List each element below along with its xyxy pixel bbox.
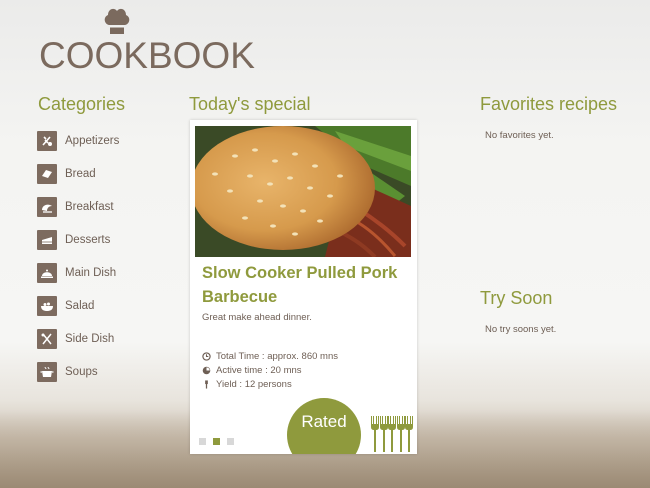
- carousel-dot-2[interactable]: [213, 438, 220, 445]
- recipe-photo[interactable]: [195, 126, 411, 257]
- category-label: Side Dish: [65, 332, 115, 345]
- categories-title: Categories: [38, 94, 126, 114]
- soup-pot-icon: [37, 361, 57, 382]
- category-main-dish[interactable]: Main Dish: [37, 256, 119, 289]
- carousel-dot-3[interactable]: [227, 438, 234, 445]
- total-time: Total Time : approx. 860 mns: [216, 350, 338, 362]
- todays-special-card[interactable]: Slow Cooker Pulled Pork Barbecue Great m…: [190, 120, 417, 454]
- favorites-empty-text: No favorites yet.: [485, 130, 554, 141]
- carousel-indicator: [199, 438, 241, 445]
- cake-icon: [37, 229, 57, 250]
- side-dish-icon: [37, 328, 57, 349]
- app-logo: COOKBOOK: [39, 5, 259, 76]
- fork-icon: [379, 416, 388, 452]
- category-side-dish[interactable]: Side Dish: [37, 322, 119, 355]
- recipe-title[interactable]: Slow Cooker Pulled Pork Barbecue: [202, 261, 407, 309]
- try-soon-title: Try Soon: [480, 288, 553, 308]
- appetizers-icon: [37, 130, 57, 151]
- fork-icon: [396, 416, 405, 452]
- try-soon-empty-text: No try soons yet.: [485, 324, 557, 335]
- utensil-icon: [205, 379, 208, 389]
- favorites-title: Favorites recipes: [480, 94, 618, 114]
- bread-icon: [37, 163, 57, 184]
- category-list: Appetizers Bread Breakfast Desserts Main…: [37, 124, 119, 388]
- category-soups[interactable]: Soups: [37, 355, 119, 388]
- category-label: Appetizers: [65, 134, 120, 147]
- category-label: Soups: [65, 365, 98, 378]
- fork-icon: [405, 416, 413, 452]
- clock-icon: [202, 351, 211, 361]
- cloche-icon: [37, 262, 57, 283]
- yield: Yield : 12 persons: [216, 378, 292, 390]
- logo-text: COOKBOOK: [39, 35, 255, 76]
- salad-bowl-icon: [37, 295, 57, 316]
- recipe-description: Great make ahead dinner.: [202, 312, 312, 323]
- rated-badge[interactable]: Rated: [287, 398, 361, 454]
- total-time-row: Total Time : approx. 860 mns: [202, 349, 338, 363]
- chef-hat-icon: [104, 8, 130, 34]
- carousel-dot-1[interactable]: [199, 438, 206, 445]
- category-bread[interactable]: Bread: [37, 157, 119, 190]
- category-breakfast[interactable]: Breakfast: [37, 190, 119, 223]
- recipe-info: Total Time : approx. 860 mns Active time…: [202, 349, 338, 391]
- category-label: Main Dish: [65, 266, 117, 279]
- timer-icon: [202, 366, 211, 374]
- yield-row: Yield : 12 persons: [202, 377, 338, 391]
- category-label: Breakfast: [65, 200, 114, 213]
- category-label: Desserts: [65, 233, 111, 246]
- active-time: Active time : 20 mns: [216, 364, 302, 376]
- category-desserts[interactable]: Desserts: [37, 223, 119, 256]
- active-time-row: Active time : 20 mns: [202, 363, 338, 377]
- fork-icon: [388, 416, 396, 452]
- category-appetizers[interactable]: Appetizers: [37, 124, 119, 157]
- category-salad[interactable]: Salad: [37, 289, 119, 322]
- category-label: Salad: [65, 299, 95, 312]
- category-label: Bread: [65, 167, 96, 180]
- fork-icon: [371, 416, 379, 452]
- breakfast-icon: [37, 196, 57, 217]
- todays-special-title: Today's special: [189, 94, 311, 114]
- rating-forks: [371, 416, 414, 452]
